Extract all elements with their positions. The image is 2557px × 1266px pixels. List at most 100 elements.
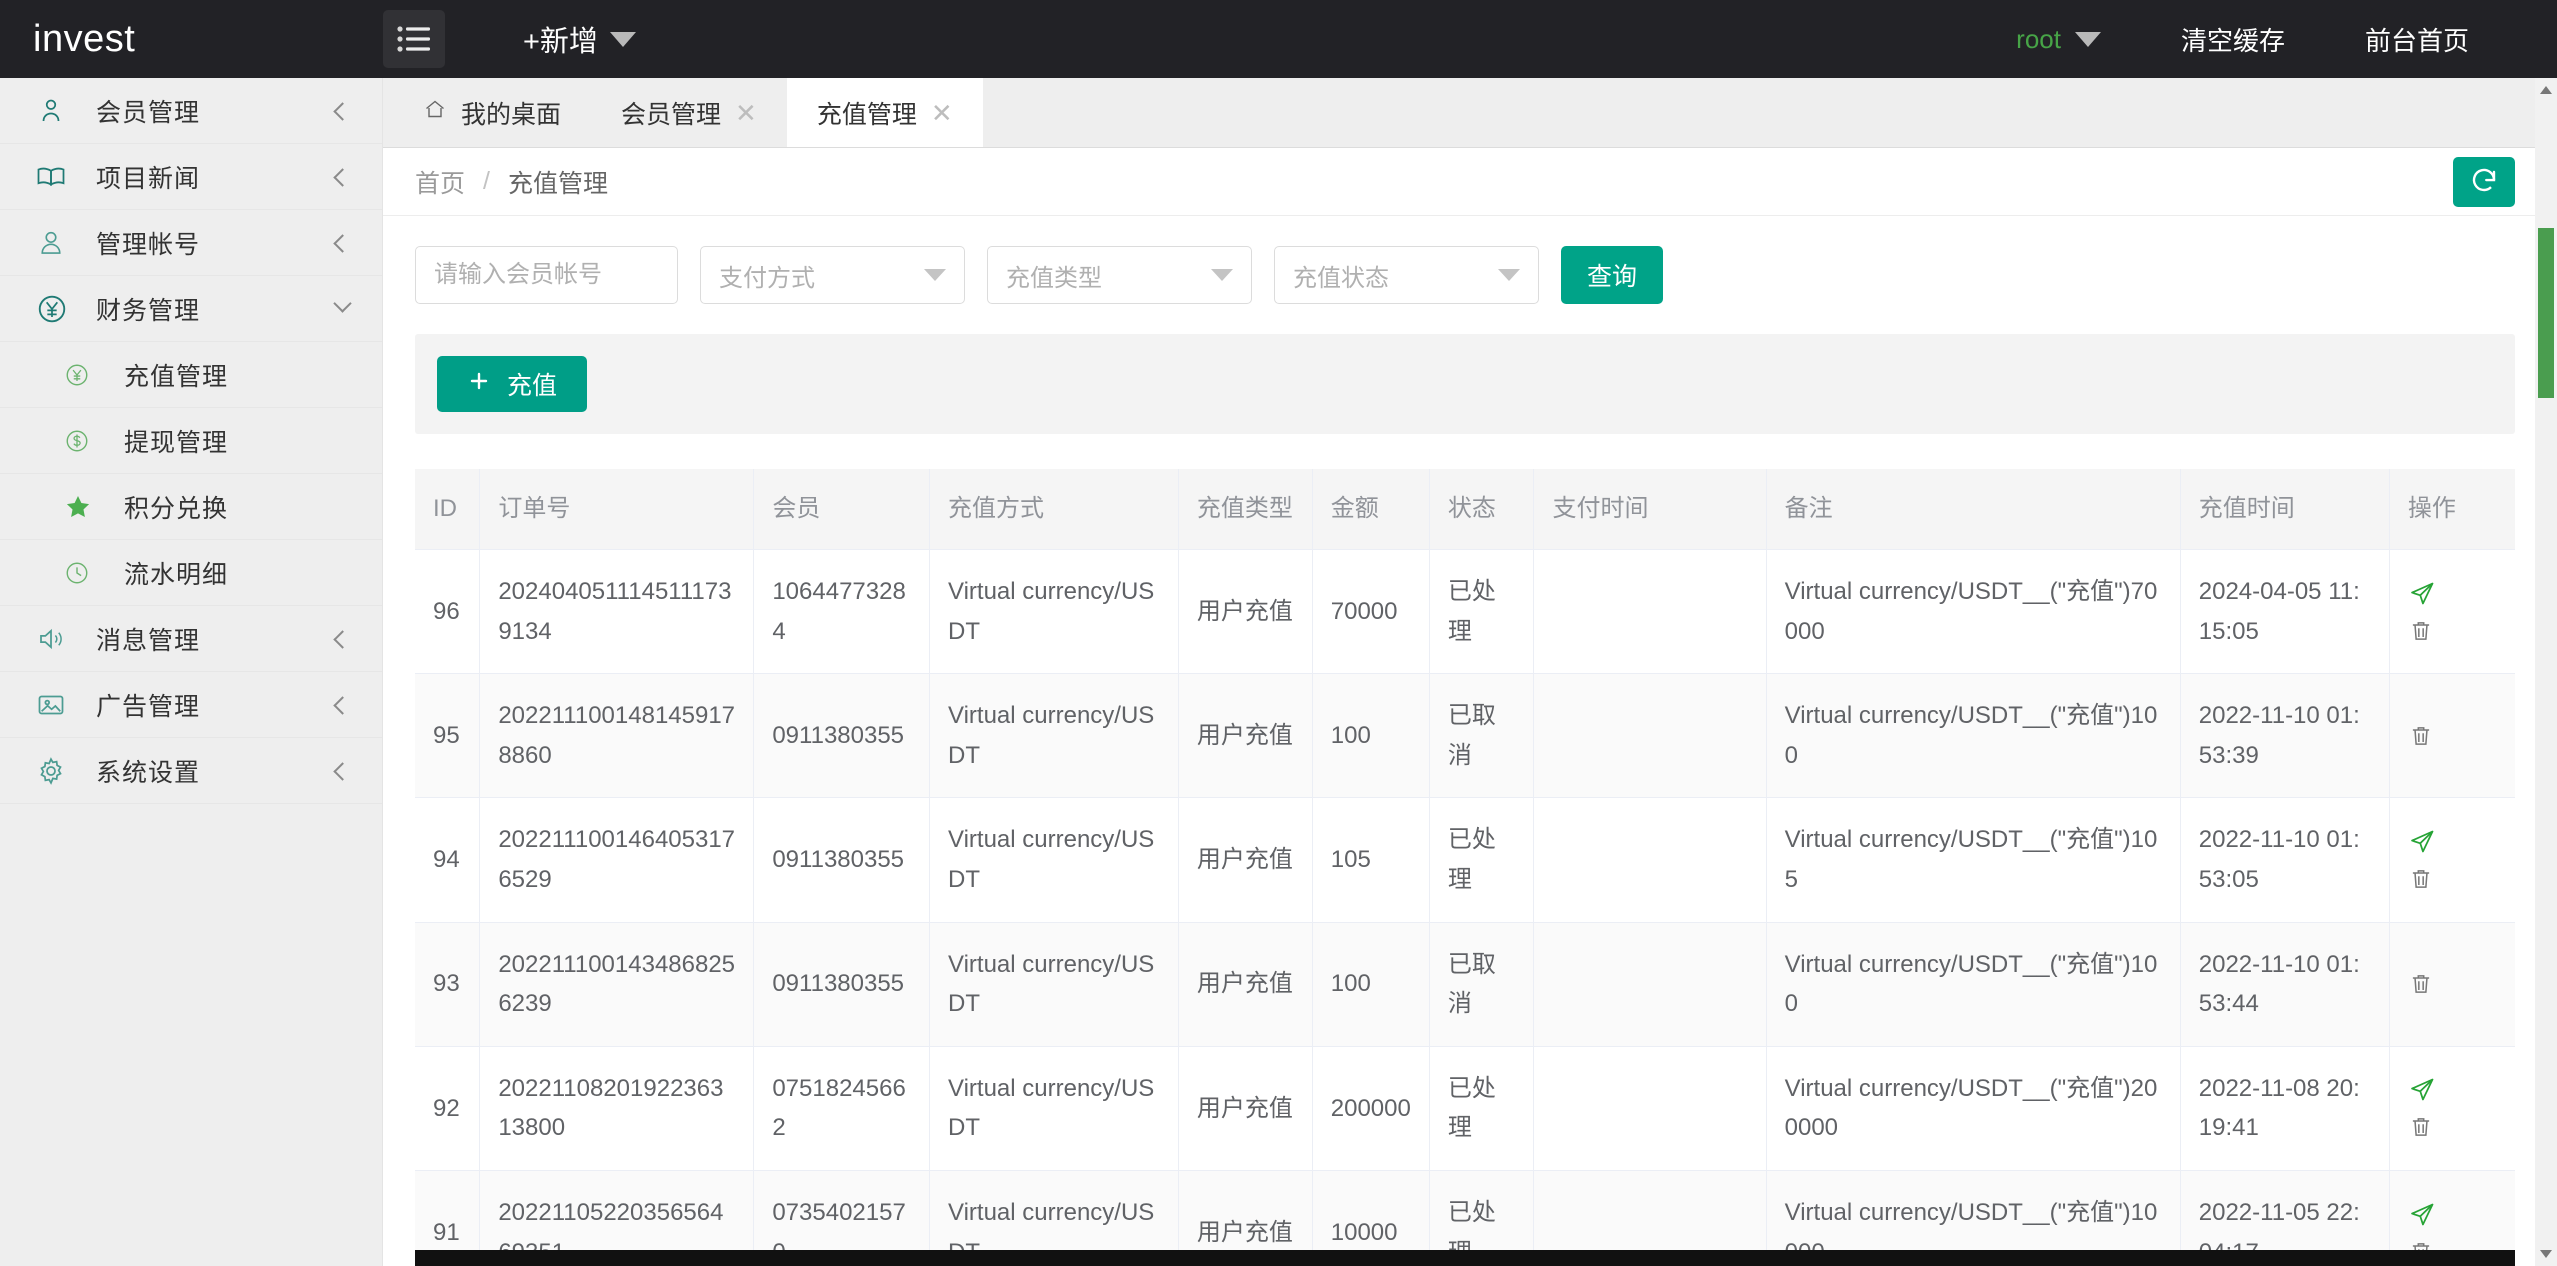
scrollbar-track[interactable] (415, 1250, 2515, 1266)
sidebar-item-messages[interactable]: 消息管理 (0, 606, 382, 672)
table-row[interactable]: 94 2022111001464053176529 0911380355 Vir… (415, 797, 2515, 923)
cell-type: 用户充值 (1178, 673, 1313, 799)
tab-label: 充值管理 (816, 100, 917, 129)
cell-type: 用户充值 (1178, 1046, 1313, 1171)
trash-icon[interactable] (2408, 1114, 2434, 1140)
cell-id: 94 (415, 797, 481, 923)
sidebar-item-label: 消息管理 (96, 626, 201, 655)
cell-pay-method: Virtual currency/USDT (929, 673, 1179, 799)
user-icon (36, 96, 76, 126)
speaker-icon (36, 624, 76, 654)
recharge-status-select[interactable]: 充值状态 (1274, 246, 1539, 304)
front-home-label: 前台首页 (2364, 25, 2469, 56)
sidebar-item-label: 广告管理 (96, 692, 201, 721)
trash-icon[interactable] (2408, 971, 2434, 997)
add-recharge-button[interactable]: 充值 (437, 356, 588, 412)
sidebar-item-ads[interactable]: 广告管理 (0, 672, 382, 738)
recharge-panel: 支付方式 充值类型 充值状态 查询 (383, 216, 2557, 1266)
yen-circle-small-icon (64, 362, 104, 388)
sidebar-item-label: 流水明细 (124, 560, 229, 589)
cell-type: 用户充值 (1178, 549, 1313, 675)
sidebar-item-recharge-management[interactable]: 充值管理 (0, 342, 382, 408)
close-icon[interactable]: ✕ (931, 100, 953, 126)
tab-recharge-management[interactable]: 充值管理 ✕ (786, 78, 983, 147)
cell-id: 96 (415, 549, 481, 675)
table-row[interactable]: 95 2022111001481459178860 0911380355 Vir… (415, 673, 2515, 799)
cell-order-no: 2022111001481459178860 (479, 673, 755, 799)
recharge-table: ID 订单号 会员 充值方式 充值类型 金额 状态 支付时间 备注 充值时间 操… (415, 469, 2515, 1266)
hamburger-icon[interactable] (383, 10, 445, 68)
recharge-type-select[interactable]: 充值类型 (987, 246, 1252, 304)
user-menu[interactable]: root (1976, 0, 2141, 78)
scroll-up-arrow[interactable] (2535, 78, 2557, 102)
scroll-down-arrow[interactable] (2535, 1242, 2557, 1266)
add-new-menu[interactable]: +新增 (523, 18, 636, 60)
cell-order-no: 2022111001434868256239 (479, 922, 755, 1047)
gear-icon (36, 756, 76, 786)
cell-pay-time (1533, 673, 1767, 799)
sidebar-item-label: 充值管理 (124, 362, 229, 391)
pay-method-select[interactable]: 支付方式 (700, 246, 965, 304)
add-new-label: +新增 (523, 26, 598, 58)
sidebar-item-news[interactable]: 项目新闻 (0, 144, 382, 210)
cell-remark: Virtual currency/USDT__("充值")200000 (1766, 1046, 2181, 1171)
breadcrumb-home[interactable]: 首页 (415, 164, 465, 200)
sidebar-item-label: 财务管理 (96, 296, 201, 325)
query-button[interactable]: 查询 (1561, 246, 1664, 304)
col-pay-method: 充值方式 (929, 469, 1179, 550)
send-icon[interactable] (2408, 828, 2436, 856)
cell-remark: Virtual currency/USDT__("充值")100 (1766, 922, 2181, 1047)
recharge-type-label: 充值类型 (1006, 264, 1102, 292)
scrollbar-thumb[interactable] (415, 1250, 2515, 1266)
tab-bar: 我的桌面 会员管理 ✕ 充值管理 ✕ (383, 78, 2557, 148)
cell-remark: Virtual currency/USDT__("充值")70000 (1766, 549, 2181, 675)
cell-status: 已处理 (1429, 1046, 1535, 1171)
cell-remark: Virtual currency/USDT__("充值")100 (1766, 673, 2181, 799)
tab-label: 我的桌面 (461, 100, 562, 129)
sidebar-item-admin-accounts[interactable]: 管理帐号 (0, 210, 382, 276)
sidebar-item-system-settings[interactable]: 系统设置 (0, 738, 382, 804)
chevron-left-icon (333, 628, 352, 650)
sidebar-item-points-exchange[interactable]: 积分兑换 (0, 474, 382, 540)
sidebar-item-transaction-details[interactable]: 流水明细 (0, 540, 382, 606)
chevron-down-icon (2074, 31, 2101, 47)
front-home-link[interactable]: 前台首页 (2325, 0, 2509, 78)
dollar-circle-icon (64, 428, 104, 454)
send-icon[interactable] (2408, 580, 2436, 608)
chevron-left-icon (333, 166, 352, 188)
tab-my-desktop[interactable]: 我的桌面 (393, 78, 591, 147)
refresh-icon (2469, 165, 2499, 200)
cell-type: 用户充值 (1178, 797, 1313, 923)
sidebar-item-label: 项目新闻 (96, 164, 201, 193)
cell-pay-time (1533, 797, 1767, 923)
trash-icon[interactable] (2408, 723, 2434, 749)
sidebar-item-label: 会员管理 (96, 98, 201, 127)
search-input[interactable] (415, 246, 678, 304)
clear-cache-button[interactable]: 清空缓存 (2141, 0, 2325, 78)
table-row[interactable]: 96 2024040511145111739134 10644773284 Vi… (415, 549, 2515, 675)
cell-recharge-time: 2022-11-10 01:53:39 (2180, 673, 2390, 799)
sidebar-item-withdraw-management[interactable]: 提现管理 (0, 408, 382, 474)
close-icon[interactable]: ✕ (735, 100, 757, 126)
trash-icon[interactable] (2408, 866, 2434, 892)
send-icon[interactable] (2408, 1201, 2436, 1229)
chevron-left-icon (333, 694, 352, 716)
cell-amount: 200000 (1312, 1046, 1430, 1171)
cell-operations (2389, 797, 2515, 923)
col-pay-time: 支付时间 (1533, 469, 1767, 550)
window-vertical-scrollbar[interactable] (2535, 78, 2557, 1266)
sidebar-item-members[interactable]: 会员管理 (0, 78, 382, 144)
send-icon[interactable] (2408, 1076, 2436, 1104)
table-horizontal-scrollbar[interactable] (415, 1250, 2515, 1266)
sidebar-item-finance[interactable]: 财务管理 (0, 276, 382, 342)
content-scroll-area: 首页 / 充值管理 支付方式 (383, 148, 2557, 1266)
scrollbar-thumb[interactable] (2538, 228, 2554, 398)
tab-member-management[interactable]: 会员管理 ✕ (591, 78, 787, 147)
cell-recharge-time: 2022-11-08 20:19:41 (2180, 1046, 2390, 1171)
refresh-button[interactable] (2453, 157, 2515, 207)
sidebar-item-label: 管理帐号 (96, 230, 201, 259)
sidebar-item-label: 系统设置 (96, 758, 201, 787)
table-row[interactable]: 93 2022111001434868256239 0911380355 Vir… (415, 922, 2515, 1047)
table-row[interactable]: 92 2022110820192236313800 07518245662 Vi… (415, 1046, 2515, 1171)
trash-icon[interactable] (2408, 618, 2434, 644)
